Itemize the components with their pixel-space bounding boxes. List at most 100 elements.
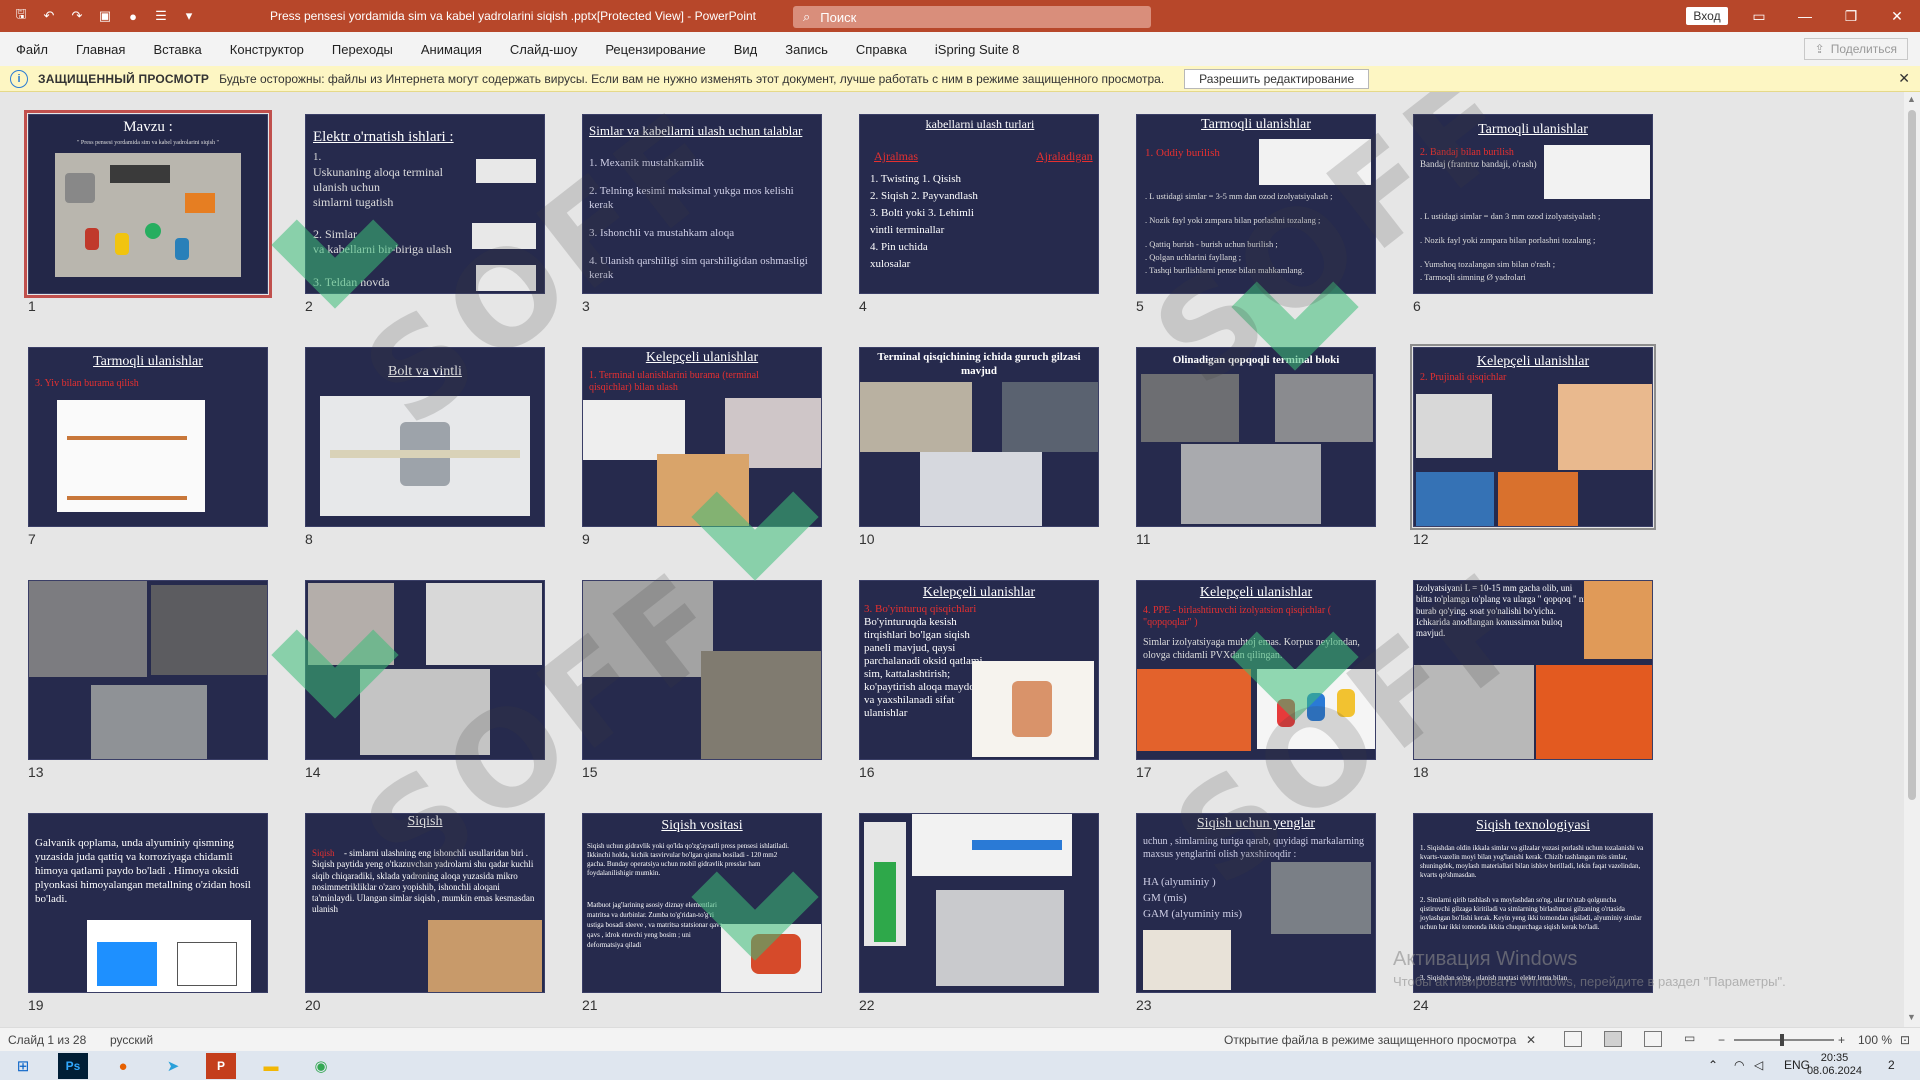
sleeve-image <box>1143 930 1231 990</box>
vertical-scrollbar[interactable]: ▲ ▼ <box>1904 92 1920 1027</box>
firefox-icon[interactable]: ● <box>108 1053 138 1079</box>
tab-slideshow[interactable]: Слайд-шоу <box>496 32 591 66</box>
language-indicator[interactable]: русский <box>110 1033 153 1047</box>
slide-thumbnail[interactable] <box>305 580 545 760</box>
layout-icon[interactable]: ☰ <box>150 5 172 27</box>
slide-text: . Tashqi burilishlarni pense bilan mahka… <box>1145 265 1305 275</box>
slide-number: 3 <box>582 298 590 314</box>
slide-thumbnail[interactable]: Kelepçeli ulanishlar 3. Bo'yinturuq qisq… <box>859 580 1099 760</box>
slide-text: Bandaj (frantruz bandaji, o'rash) <box>1420 159 1537 169</box>
share-button[interactable]: ⇪ Поделиться <box>1803 38 1908 60</box>
slide-thumbnail[interactable] <box>28 580 268 760</box>
slide-text: va kabellarni bir-biriga ulash <box>313 242 452 256</box>
file-explorer-icon[interactable]: ▬ <box>256 1053 286 1079</box>
slide-thumbnail[interactable]: Izolyatsiyani L = 10-15 mm gacha olib, u… <box>1413 580 1653 760</box>
crimper-image <box>864 822 906 946</box>
save-icon[interactable]: 🖫 <box>10 5 32 27</box>
slide-text: 4. Ulanish qarshiligi sim qarshiligidan … <box>589 255 808 281</box>
tab-transitions[interactable]: Переходы <box>318 32 407 66</box>
tab-animations[interactable]: Анимация <box>407 32 496 66</box>
slide-thumbnail[interactable] <box>859 813 1099 993</box>
tray-chevron-icon[interactable]: ⌃ <box>1708 1058 1718 1072</box>
tab-review[interactable]: Рецензирование <box>591 32 719 66</box>
zoom-out-icon[interactable]: − <box>1718 1033 1725 1047</box>
fit-slide-icon[interactable]: ⊡ <box>1900 1033 1910 1047</box>
slide-thumbnail[interactable]: Mavzu : " Press pensesi yordamida sim va… <box>24 110 272 298</box>
connector-image <box>583 581 713 677</box>
slide-thumbnail[interactable] <box>582 580 822 760</box>
scrollbar-thumb[interactable] <box>1908 110 1916 800</box>
wifi-icon[interactable]: ◠ <box>1734 1058 1744 1072</box>
slide-thumbnail[interactable]: Siqish uchun yenglar uchun , simlarning … <box>1136 813 1376 993</box>
cap-connector-image <box>1137 669 1251 751</box>
slide-thumbnail[interactable]: Siqish Siqish - simlarni ulashning eng i… <box>305 813 545 993</box>
close-button[interactable]: ✕ <box>1874 0 1920 32</box>
minimize-button[interactable]: — <box>1782 0 1828 32</box>
slideshow-icon[interactable]: ▭ <box>1684 1031 1702 1047</box>
slide-thumbnail[interactable]: Tarmoqli ulanishlar 2. Bandaj bilan buri… <box>1413 114 1653 294</box>
search-box[interactable]: ⌕ Поиск <box>793 6 1151 28</box>
slide-number: 6 <box>1413 298 1421 314</box>
enable-editing-button[interactable]: Разрешить редактирование <box>1184 68 1370 89</box>
zoom-slider-knob[interactable] <box>1780 1034 1784 1046</box>
status-bar: Слайд 1 из 28 русский Открытие файла в р… <box>0 1027 1920 1051</box>
protected-title: ЗАЩИЩЕННЫЙ ПРОСМОТР <box>38 71 210 86</box>
slide-thumbnail[interactable]: Kelepçeli ulanishlar 4. PPE - birlashtir… <box>1136 580 1376 760</box>
start-icon[interactable]: ⊞ <box>8 1053 38 1079</box>
zoom-in-icon[interactable]: + <box>1838 1033 1845 1047</box>
slide-sorter-icon[interactable] <box>1604 1031 1622 1047</box>
slide-thumbnail[interactable]: Tarmoqli ulanishlar 1. Oddiy burilish . … <box>1136 114 1376 294</box>
terminal-block-image <box>1275 374 1373 442</box>
photoshop-icon[interactable]: Ps <box>58 1053 88 1079</box>
scroll-up-icon[interactable]: ▲ <box>1907 94 1916 104</box>
reading-view-icon[interactable] <box>1644 1031 1662 1047</box>
slide-thumbnail[interactable]: Bolt va vintli <box>305 347 545 527</box>
record-icon[interactable]: ● <box>122 5 144 27</box>
slide-thumbnail[interactable]: Olinadigan qopqoqli terminal bloki <box>1136 347 1376 527</box>
telegram-icon[interactable]: ➤ <box>158 1053 188 1079</box>
login-button[interactable]: Вход <box>1686 7 1728 25</box>
close-icon[interactable]: ✕ <box>1898 70 1910 87</box>
customize-icon[interactable]: ▾ <box>178 5 200 27</box>
tab-record[interactable]: Запись <box>771 32 842 66</box>
chrome-icon[interactable]: ◉ <box>306 1053 336 1079</box>
slide-thumbnail[interactable]: Terminal qisqichining ichida guruch gilz… <box>859 347 1099 527</box>
slide-thumbnail[interactable]: Galvanik qoplama, unda alyuminiy qismnin… <box>28 813 268 993</box>
zoom-slider[interactable] <box>1734 1039 1834 1041</box>
bolt-image <box>320 396 530 516</box>
slide-thumbnail[interactable]: Kelepçeli ulanishlar 1. Terminal ulanish… <box>582 347 822 527</box>
close-icon[interactable]: ✕ <box>1526 1033 1536 1047</box>
tab-file[interactable]: Файл <box>2 32 62 66</box>
volume-icon[interactable]: ◁ <box>1754 1058 1763 1072</box>
slide-thumbnail[interactable]: Elektr o'rnatish ishlari : 1. Uskunaning… <box>305 114 545 294</box>
ribbon-display-icon[interactable]: ▭ <box>1736 0 1782 32</box>
tab-help[interactable]: Справка <box>842 32 921 66</box>
present-icon[interactable]: ▣ <box>94 5 116 27</box>
slide-label: 3. Bo'yinturuq qisqichlari <box>864 603 977 615</box>
taskbar: ⊞ Ps ● ➤ P ▬ ◉ ⌃ ◠ ◁ ENG 20:35 08.06.202… <box>0 1051 1920 1080</box>
tab-ispring[interactable]: iSpring Suite 8 <box>921 32 1034 66</box>
normal-view-icon[interactable] <box>1564 1031 1582 1047</box>
slide-thumbnail[interactable]: Tarmoqli ulanishlar 3. Yiv bilan burama … <box>28 347 268 527</box>
tab-design[interactable]: Конструктор <box>216 32 318 66</box>
slide-thumbnail[interactable]: Simlar va kabellarni ulash uchun talabla… <box>582 114 822 294</box>
powerpoint-icon[interactable]: P <box>206 1053 236 1079</box>
restore-button[interactable]: ❐ <box>1828 0 1874 32</box>
undo-icon[interactable]: ↶ <box>38 5 60 27</box>
slide-thumbnail[interactable]: kabellarni ulash turlari Ajralmas Ajrala… <box>859 114 1099 294</box>
slide-thumbnail[interactable]: Siqish vositasi Siqish uchun gidravlik y… <box>582 813 822 993</box>
slide-text: Matbuot jag'larining asosiy diznay eleme… <box>587 901 723 949</box>
redo-icon[interactable]: ↷ <box>66 5 88 27</box>
system-clock[interactable]: 20:35 08.06.2024 <box>1807 1052 1862 1078</box>
scroll-down-icon[interactable]: ▼ <box>1907 1012 1916 1022</box>
slide-text: ulanish uchun <box>313 180 380 194</box>
tab-view[interactable]: Вид <box>720 32 772 66</box>
tab-home[interactable]: Главная <box>62 32 139 66</box>
notification-badge[interactable]: 2 <box>1888 1058 1895 1072</box>
slide-title: kabellarni ulash turlari <box>925 117 1035 131</box>
slide-number: 24 <box>1413 997 1429 1013</box>
slide-thumbnail[interactable]: Kelepçeli ulanishlar 2. Prujinali qisqic… <box>1410 344 1656 530</box>
zoom-level[interactable]: 100 % <box>1858 1033 1892 1047</box>
wago-image <box>151 585 267 675</box>
tab-insert[interactable]: Вставка <box>139 32 215 66</box>
